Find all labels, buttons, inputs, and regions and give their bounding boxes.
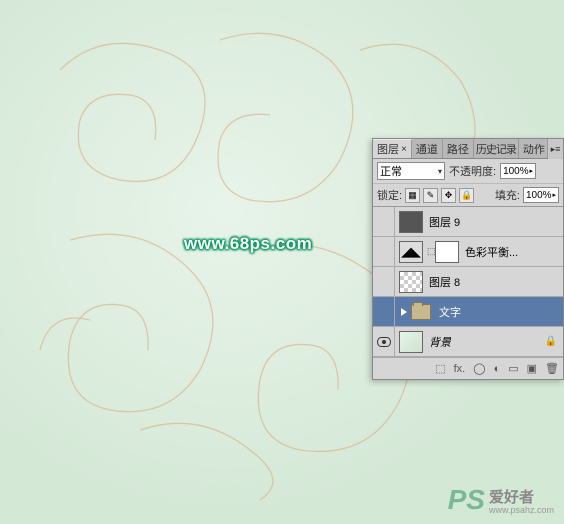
arrow-right-icon: ▸: [530, 167, 534, 175]
fill-label: 填充:: [495, 187, 520, 203]
watermark-url: www.68ps.com: [184, 234, 312, 254]
logo-url-text: www.psahz.com: [489, 505, 554, 515]
lock-all-icon[interactable]: 🔒: [459, 188, 474, 203]
new-group-icon[interactable]: ▭: [508, 362, 518, 375]
layer-item[interactable]: ◢◣ ⬚ 色彩平衡...: [373, 237, 563, 267]
visibility-toggle[interactable]: [373, 207, 395, 236]
visibility-toggle[interactable]: [373, 327, 395, 356]
tab-close-x[interactable]: ×: [401, 144, 407, 155]
panel-menu-button[interactable]: ▸≡: [547, 139, 563, 159]
layers-panel: 图层 × 通道 路径 历史记录 动作 ▸≡ 正常 ▾ 不透明度: 100% ▸ …: [372, 138, 564, 380]
layer-thumbnail[interactable]: [399, 211, 423, 233]
layer-item[interactable]: 图层 8: [373, 267, 563, 297]
logo-ps-text: PS: [448, 484, 485, 516]
fill-input[interactable]: 100% ▸: [523, 187, 559, 203]
layer-thumbnail[interactable]: [399, 271, 423, 293]
group-expand-arrow-icon[interactable]: [401, 308, 407, 316]
link-layers-icon[interactable]: ⬚: [435, 362, 445, 375]
layer-name[interactable]: 图层 8: [427, 274, 460, 290]
opacity-value: 100%: [503, 166, 529, 177]
tab-paths[interactable]: 路径: [443, 139, 474, 158]
lock-transparency-icon[interactable]: ▦: [405, 188, 420, 203]
fill-value: 100%: [526, 190, 552, 201]
layer-item[interactable]: 图层 9: [373, 207, 563, 237]
lock-label: 锁定:: [377, 187, 402, 203]
delete-layer-icon[interactable]: 🗑: [545, 362, 559, 375]
logo-cn-text: 爱好者: [489, 489, 534, 506]
opacity-input[interactable]: 100% ▸: [500, 163, 536, 179]
opacity-label: 不透明度:: [449, 163, 496, 179]
tab-layers-label: 图层: [377, 141, 399, 157]
layer-name[interactable]: 背景: [427, 334, 451, 350]
visibility-toggle[interactable]: [373, 297, 395, 326]
lock-icon: 🔒: [545, 336, 557, 347]
new-layer-icon[interactable]: ▣: [527, 362, 537, 375]
fx-icon[interactable]: fx.: [454, 363, 466, 375]
blend-opacity-row: 正常 ▾ 不透明度: 100% ▸: [373, 159, 563, 184]
blend-mode-value: 正常: [380, 163, 402, 179]
tab-layers[interactable]: 图层 ×: [373, 139, 412, 158]
lock-pixels-icon[interactable]: ✎: [423, 188, 438, 203]
layer-name[interactable]: 图层 9: [427, 214, 460, 230]
visibility-toggle[interactable]: [373, 237, 395, 266]
folder-icon: [411, 304, 431, 320]
panel-footer: ⬚ fx. ◯ ◐ ▭ ▣ 🗑: [373, 357, 563, 379]
tab-history[interactable]: 历史记录: [474, 139, 519, 158]
tab-actions[interactable]: 动作: [519, 139, 550, 158]
adjustment-layer-icon[interactable]: ◐: [494, 363, 501, 375]
layer-mask-thumbnail[interactable]: [435, 241, 459, 263]
panel-tabs: 图层 × 通道 路径 历史记录 动作 ▸≡: [373, 139, 563, 159]
layers-list: 图层 9 ◢◣ ⬚ 色彩平衡... 图层 8 文字 背景 🔒: [373, 207, 563, 357]
layer-name[interactable]: 文字: [437, 304, 461, 320]
add-mask-icon[interactable]: ◯: [473, 362, 485, 375]
link-icon: ⬚: [427, 246, 435, 257]
blend-mode-select[interactable]: 正常 ▾: [377, 162, 445, 180]
layer-item-background[interactable]: 背景 🔒: [373, 327, 563, 357]
layer-name[interactable]: 色彩平衡...: [463, 244, 518, 260]
visibility-toggle[interactable]: [373, 267, 395, 296]
chevron-down-icon: ▾: [438, 167, 442, 176]
adjustment-thumbnail[interactable]: ◢◣: [399, 241, 423, 263]
lock-fill-row: 锁定: ▦ ✎ ✥ 🔒 填充: 100% ▸: [373, 184, 563, 207]
lock-position-icon[interactable]: ✥: [441, 188, 456, 203]
eye-icon: [377, 337, 391, 347]
watermark-logo: PS 爱好者 www.psahz.com: [448, 484, 554, 516]
layer-thumbnail[interactable]: [399, 331, 423, 353]
arrow-right-icon: ▸: [552, 191, 556, 199]
tab-channels[interactable]: 通道: [412, 139, 443, 158]
layer-group-item[interactable]: 文字: [373, 297, 563, 327]
